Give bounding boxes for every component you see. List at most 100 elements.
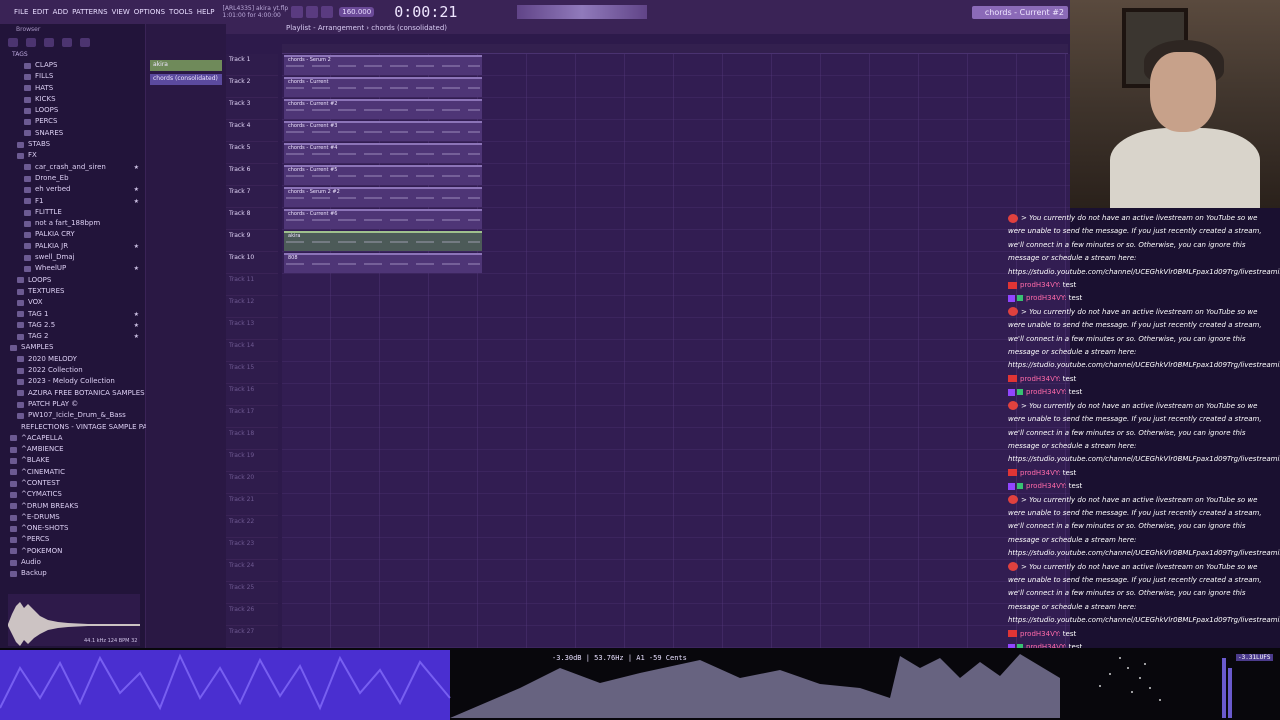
track-header[interactable]: Track 19 <box>226 450 278 472</box>
browser-item[interactable]: KICKS <box>0 94 145 105</box>
browser-item[interactable]: ^POKEMON <box>0 546 145 557</box>
track-header[interactable]: Track 7 <box>226 186 278 208</box>
browser-item[interactable]: eh verbed ★ <box>0 184 145 195</box>
timeline-ruler[interactable] <box>282 44 1068 54</box>
favorite-star-icon[interactable]: ★ <box>134 241 139 252</box>
browser-item[interactable]: swell_Dmaj <box>0 252 145 263</box>
track-header[interactable]: Track 26 <box>226 604 278 626</box>
browser-item[interactable]: ^CYMATICS <box>0 489 145 500</box>
browser-item[interactable]: ^E-DRUMS <box>0 512 145 523</box>
browser-item[interactable]: FX <box>0 150 145 161</box>
track-header[interactable]: Track 10 <box>226 252 278 274</box>
browser-item[interactable]: Drone_Eb <box>0 173 145 184</box>
browser-item[interactable]: ^PERCS <box>0 534 145 545</box>
browser-item[interactable]: STABS <box>0 139 145 150</box>
track-header[interactable]: Track 2 <box>226 76 278 98</box>
browser-item[interactable]: F1 ★ <box>0 196 145 207</box>
browser-download-icon[interactable] <box>80 38 90 47</box>
browser-item[interactable]: SAMPLES <box>0 342 145 353</box>
browser-item[interactable]: not a fart_188bpm <box>0 218 145 229</box>
browser-item[interactable]: FILLS <box>0 71 145 82</box>
playlist-clip[interactable]: 808 <box>284 253 482 273</box>
browser-item[interactable]: TAG 1 ★ <box>0 309 145 320</box>
browser-item[interactable]: ^CONTEST <box>0 478 145 489</box>
track-header[interactable]: Track 8 <box>226 208 278 230</box>
track-header[interactable]: Track 5 <box>226 142 278 164</box>
favorite-star-icon[interactable]: ★ <box>134 184 139 195</box>
menu-file[interactable]: FILE <box>14 8 28 16</box>
menu-help[interactable]: HELP <box>197 8 215 16</box>
menu-edit[interactable]: EDIT <box>32 8 48 16</box>
browser-item[interactable]: HATS <box>0 83 145 94</box>
pattern-item-chords[interactable]: chords (consolidated) <box>150 74 222 85</box>
browser-item[interactable]: AZURA FREE BOTANICA SAMPLES <box>0 388 145 399</box>
favorite-star-icon[interactable]: ★ <box>134 263 139 274</box>
track-header[interactable]: Track 11 <box>226 274 278 296</box>
favorite-star-icon[interactable]: ★ <box>134 331 139 342</box>
pattern-item-akira[interactable]: akira <box>150 60 222 71</box>
playlist-clip[interactable]: chords - Serum 2 <box>284 55 482 75</box>
browser-item[interactable]: PERCS <box>0 116 145 127</box>
menu-view[interactable]: VIEW <box>112 8 130 16</box>
browser-item[interactable]: PALKIA JR ★ <box>0 241 145 252</box>
browser-item[interactable]: FLITTLE <box>0 207 145 218</box>
track-header[interactable]: Track 17 <box>226 406 278 428</box>
track-header[interactable]: Track 6 <box>226 164 278 186</box>
browser-item[interactable]: TAG 2 ★ <box>0 331 145 342</box>
browser-item[interactable]: PALKIA CRY <box>0 229 145 240</box>
menu-patterns[interactable]: PATTERNS <box>72 8 107 16</box>
track-header[interactable]: Track 27 <box>226 626 278 648</box>
favorite-star-icon[interactable]: ★ <box>134 196 139 207</box>
pattern-selector[interactable]: chords - Current #2 <box>972 6 1068 19</box>
track-header[interactable]: Track 24 <box>226 560 278 582</box>
browser-item[interactable]: ^CINEMATIC <box>0 467 145 478</box>
track-header[interactable]: Track 25 <box>226 582 278 604</box>
browser-item[interactable]: TEXTURES <box>0 286 145 297</box>
browser-item[interactable]: ^DRUM BREAKS <box>0 501 145 512</box>
browser-item[interactable]: PW107_Icicle_Drum_&_Bass <box>0 410 145 421</box>
playlist-clip[interactable]: akira <box>284 231 482 251</box>
menu-options[interactable]: OPTIONS <box>134 8 165 16</box>
browser-item[interactable]: REFLECTIONS - VINTAGE SAMPLE PACK <box>0 422 157 433</box>
browser-search-icon[interactable] <box>62 38 72 47</box>
browser-item[interactable]: 2023 - Melody Collection <box>0 376 145 387</box>
track-header[interactable]: Track 13 <box>226 318 278 340</box>
browser-item[interactable]: car_crash_and_siren ★ <box>0 162 145 173</box>
browser-star-icon[interactable] <box>26 38 36 47</box>
browser-item[interactable]: WheelUP ★ <box>0 263 145 274</box>
browser-item[interactable]: ^BLAKE <box>0 455 145 466</box>
play-button[interactable] <box>291 6 304 18</box>
track-header[interactable]: Track 15 <box>226 362 278 384</box>
browser-item[interactable]: ^ACAPELLA <box>0 433 145 444</box>
browser-item[interactable]: ^AMBIENCE <box>0 444 145 455</box>
playlist-clip[interactable]: chords - Current #2 <box>284 99 482 119</box>
track-header[interactable]: Track 9 <box>226 230 278 252</box>
record-button[interactable] <box>321 6 334 18</box>
browser-item[interactable]: Backup <box>0 568 145 579</box>
browser-folder-icon[interactable] <box>44 38 54 47</box>
browser-item[interactable]: LOOPS <box>0 275 145 286</box>
stop-button[interactable] <box>306 6 319 18</box>
playlist-clip[interactable]: chords - Current #4 <box>284 143 482 163</box>
track-header[interactable]: Track 23 <box>226 538 278 560</box>
browser-item[interactable]: SNARES <box>0 128 145 139</box>
arrangement-grid[interactable]: chords - Serum 2 chords - Current chords -… <box>282 54 1070 648</box>
browser-item[interactable]: 2022 Collection <box>0 365 145 376</box>
playlist-clip[interactable]: chords - Current #3 <box>284 121 482 141</box>
browser-item[interactable]: VOX <box>0 297 145 308</box>
track-header[interactable]: Track 16 <box>226 384 278 406</box>
playlist-clip[interactable]: chords - Current #5 <box>284 165 482 185</box>
browser-item[interactable]: TAG 2.5 ★ <box>0 320 145 331</box>
track-header[interactable]: Track 4 <box>226 120 278 142</box>
browser-item[interactable]: 2020 MELODY <box>0 354 145 365</box>
menu-tools[interactable]: TOOLS <box>169 8 193 16</box>
track-header[interactable]: Track 1 <box>226 54 278 76</box>
favorite-star-icon[interactable]: ★ <box>134 320 139 331</box>
track-header[interactable]: Track 12 <box>226 296 278 318</box>
track-header[interactable]: Track 20 <box>226 472 278 494</box>
tempo-display[interactable]: 160.000 <box>339 7 375 17</box>
track-header[interactable]: Track 22 <box>226 516 278 538</box>
track-header[interactable]: Track 21 <box>226 494 278 516</box>
browser-back-icon[interactable] <box>8 38 18 47</box>
favorite-star-icon[interactable]: ★ <box>134 162 139 173</box>
